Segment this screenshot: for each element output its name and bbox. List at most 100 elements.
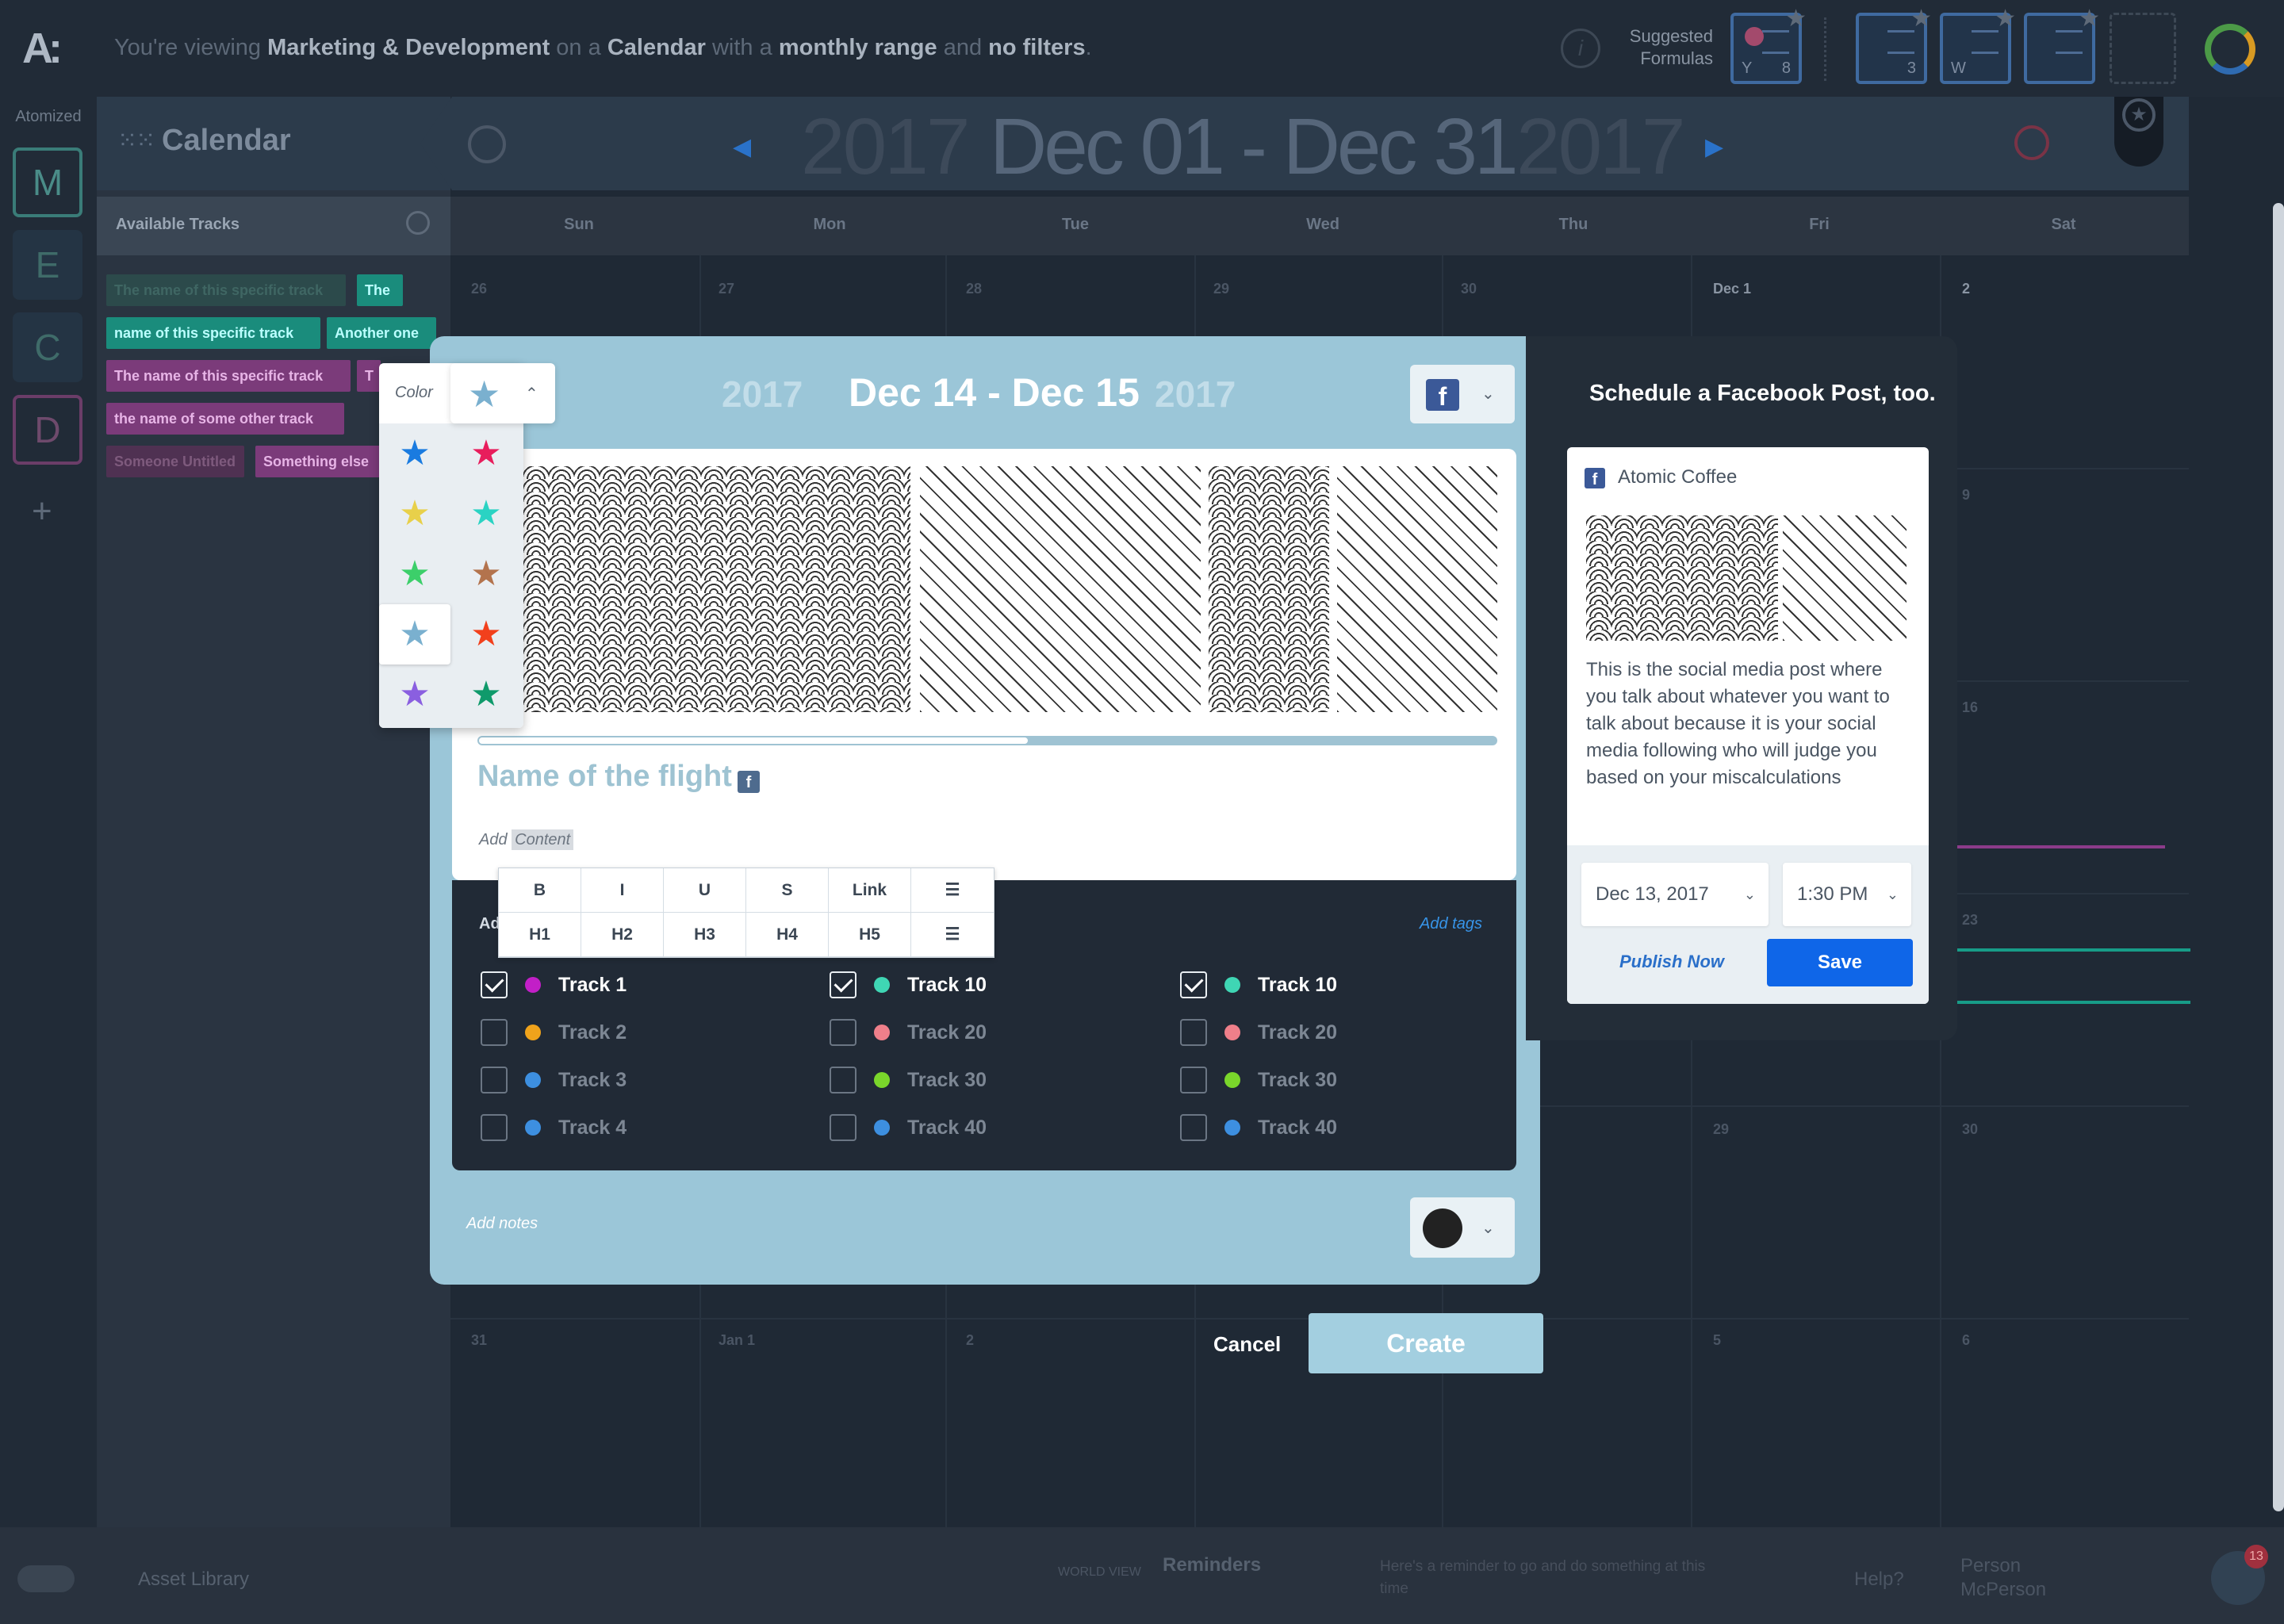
track-option[interactable]: Track 10 bbox=[1180, 969, 1497, 1001]
search-icon[interactable] bbox=[406, 211, 430, 235]
world-view-label[interactable]: WORLD VIEW bbox=[1058, 1565, 1141, 1580]
view-filters[interactable]: no filters bbox=[988, 35, 1085, 60]
bullet-list-icon[interactable]: ☰ bbox=[911, 868, 994, 913]
info-icon[interactable]: i bbox=[1561, 29, 1600, 68]
track-option[interactable]: Track 40 bbox=[830, 1112, 1147, 1143]
h5-button[interactable]: H5 bbox=[829, 913, 911, 957]
star-icon[interactable]: ★ bbox=[1910, 5, 1932, 33]
track-option[interactable]: Track 4 bbox=[481, 1112, 798, 1143]
link-button[interactable]: Link bbox=[829, 868, 911, 913]
formula-card-yearly[interactable]: ★ Y 8 bbox=[1730, 6, 1807, 84]
modal-year-end[interactable]: 2017 bbox=[1155, 373, 1236, 416]
formula-card-empty[interactable] bbox=[2110, 13, 2176, 84]
track-chip[interactable]: name of this specific track bbox=[106, 317, 320, 349]
view-team[interactable]: Marketing & Development bbox=[267, 35, 550, 60]
rail-tile-m[interactable]: M bbox=[13, 147, 82, 217]
track-checkbox[interactable] bbox=[481, 1019, 508, 1046]
publish-now-link[interactable]: Publish Now bbox=[1619, 952, 1724, 972]
rail-tile-c[interactable]: C bbox=[13, 312, 82, 382]
h2-button[interactable]: H2 bbox=[581, 913, 664, 957]
track-chip[interactable]: Something else bbox=[255, 446, 382, 477]
add-notes-link[interactable]: Add notes bbox=[466, 1215, 538, 1233]
italic-button[interactable]: I bbox=[581, 868, 664, 913]
view-range[interactable]: monthly range bbox=[779, 35, 937, 60]
formula-card-4[interactable]: ★ bbox=[2024, 6, 2100, 84]
star-icon[interactable]: ★ bbox=[379, 423, 450, 484]
media-image[interactable] bbox=[920, 466, 1201, 712]
prev-range-icon[interactable]: ◀ bbox=[733, 133, 751, 161]
track-option[interactable]: Track 40 bbox=[1180, 1112, 1497, 1143]
event-bar[interactable] bbox=[1956, 948, 2190, 952]
bold-button[interactable]: B bbox=[499, 868, 581, 913]
media-scroll-thumb[interactable] bbox=[479, 737, 1028, 744]
track-checkbox[interactable] bbox=[1180, 1019, 1207, 1046]
star-icon[interactable]: ★ bbox=[1785, 5, 1807, 33]
star-icon[interactable]: ★ bbox=[379, 665, 450, 725]
asset-library-toggle[interactable] bbox=[17, 1565, 75, 1592]
asset-library-label[interactable]: Asset Library bbox=[138, 1568, 249, 1591]
event-bar[interactable] bbox=[1956, 1001, 2190, 1004]
help-link[interactable]: Help? bbox=[1854, 1568, 1904, 1591]
star-icon[interactable]: ★ bbox=[450, 665, 522, 725]
star-icon[interactable]: ★ bbox=[450, 423, 522, 484]
color-select[interactable] bbox=[450, 363, 555, 423]
track-checkbox[interactable] bbox=[1180, 1114, 1207, 1141]
media-image[interactable] bbox=[1209, 466, 1329, 712]
star-icon[interactable]: ★ bbox=[1995, 5, 2016, 33]
reminders-label[interactable]: Reminders bbox=[1163, 1554, 1261, 1576]
track-option[interactable]: Track 30 bbox=[1180, 1064, 1497, 1096]
h1-button[interactable]: H1 bbox=[499, 913, 581, 957]
track-option[interactable]: Track 30 bbox=[830, 1064, 1147, 1096]
track-option[interactable]: Track 2 bbox=[481, 1017, 798, 1048]
star-icon[interactable]: ★ bbox=[2079, 5, 2100, 33]
modal-year-start[interactable]: 2017 bbox=[722, 373, 803, 416]
post-time-select[interactable]: 1:30 PM ⌄ bbox=[1783, 863, 1911, 926]
scrollbar[interactable] bbox=[2273, 203, 2284, 1511]
add-content-field[interactable]: Add Content bbox=[479, 829, 574, 850]
star-icon[interactable]: ★ bbox=[450, 484, 522, 544]
track-option[interactable]: Track 20 bbox=[1180, 1017, 1497, 1048]
flight-name-input[interactable]: Name of the flight bbox=[477, 760, 732, 794]
track-option[interactable]: Track 3 bbox=[481, 1064, 798, 1096]
view-type[interactable]: Calendar bbox=[607, 35, 706, 60]
underline-button[interactable]: U bbox=[664, 868, 746, 913]
post-text[interactable]: This is the social media post where you … bbox=[1586, 657, 1911, 791]
track-checkbox[interactable] bbox=[830, 1114, 856, 1141]
cancel-button[interactable]: Cancel bbox=[1213, 1332, 1281, 1357]
create-button[interactable]: Create bbox=[1309, 1313, 1543, 1373]
track-checkbox[interactable] bbox=[830, 1019, 856, 1046]
track-chip[interactable]: Someone Untitled bbox=[106, 446, 244, 477]
track-chip[interactable]: The name of this specific track bbox=[106, 274, 346, 306]
track-option[interactable]: Track 20 bbox=[830, 1017, 1147, 1048]
track-chip[interactable]: The bbox=[357, 274, 403, 306]
rail-tile-d[interactable]: D bbox=[13, 395, 82, 465]
track-chip[interactable]: Another one bbox=[327, 317, 436, 349]
track-chip[interactable]: The name of this specific track bbox=[106, 360, 351, 392]
user-name[interactable]: Person McPerson bbox=[1960, 1554, 2087, 1602]
modal-date-range[interactable]: Dec 14 - Dec 15 bbox=[849, 370, 1140, 416]
track-checkbox[interactable] bbox=[481, 1067, 508, 1094]
post-date-select[interactable]: Dec 13, 2017 ⌄ bbox=[1581, 863, 1769, 926]
next-range-icon[interactable]: ▶ bbox=[1705, 133, 1723, 161]
add-icon[interactable]: + bbox=[32, 492, 52, 531]
strikethrough-button[interactable]: S bbox=[746, 868, 829, 913]
track-checkbox[interactable] bbox=[830, 971, 856, 998]
track-option[interactable]: Track 1 bbox=[481, 969, 798, 1001]
star-icon[interactable]: ★ bbox=[450, 604, 522, 665]
app-logo[interactable]: A: bbox=[22, 22, 75, 75]
track-checkbox[interactable] bbox=[481, 1114, 508, 1141]
star-badge-icon[interactable]: ★ bbox=[2122, 98, 2156, 132]
save-button[interactable]: Save bbox=[1767, 939, 1913, 986]
star-icon[interactable]: ★ bbox=[379, 484, 450, 544]
grid-icon[interactable]: ⁙⁙ bbox=[117, 127, 155, 155]
formula-card-weekly[interactable]: ★ W bbox=[1940, 6, 2016, 84]
add-tags-link[interactable]: Add tags bbox=[1420, 915, 1482, 933]
h4-button[interactable]: H4 bbox=[746, 913, 829, 957]
star-icon[interactable]: ★ bbox=[379, 544, 450, 604]
track-option[interactable]: Track 10 bbox=[830, 969, 1147, 1001]
media-image[interactable] bbox=[523, 466, 910, 712]
star-icon[interactable]: ★ bbox=[379, 604, 450, 665]
numbered-list-icon[interactable]: ☰ bbox=[911, 913, 994, 957]
formula-card-2[interactable]: ★ 3 bbox=[1856, 6, 1932, 84]
star-icon[interactable]: ★ bbox=[450, 544, 522, 604]
